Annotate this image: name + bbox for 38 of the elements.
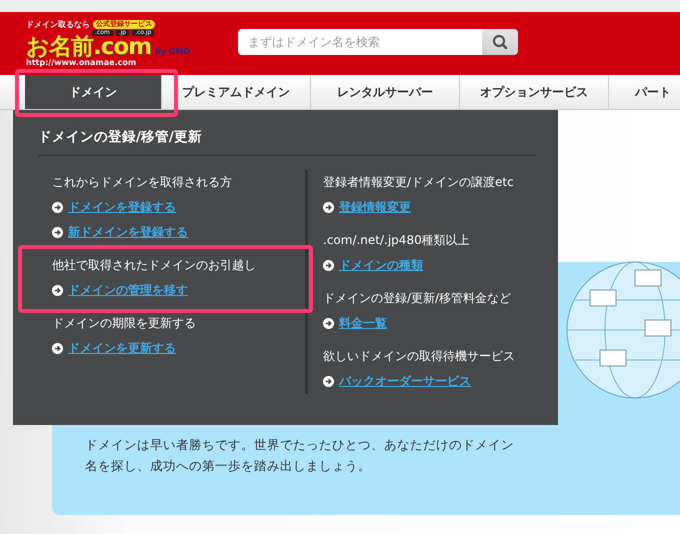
nav-tab[interactable]: ドメイン: [25, 75, 162, 109]
search-field[interactable]: まずはドメイン名を検索: [238, 28, 482, 54]
arrow-circle-icon: [323, 260, 334, 271]
nav-tab[interactable]: レンタルサーバー: [311, 75, 460, 109]
arrow-circle-icon: [323, 202, 334, 213]
arrow-circle-icon: [52, 227, 63, 238]
logo-byline: by GMO: [155, 48, 190, 56]
group-heading: これからドメインを取得される方: [52, 174, 233, 191]
arrow-circle-icon: [52, 285, 63, 296]
menu-heading: ドメインの登録/移管/更新: [38, 128, 536, 156]
menu-link[interactable]: ドメインを登録する: [68, 199, 176, 216]
logo-tagline: ドメイン取るなら: [26, 20, 90, 28]
logo-wordmark[interactable]: お名前.com: [26, 36, 152, 59]
menu-link[interactable]: ドメインの管理を移す: [68, 282, 188, 299]
group-heading: ドメインの登録/更新/移管料金など: [323, 290, 512, 307]
logo-url: http://www.onamae.com: [26, 59, 138, 67]
arrow-circle-icon: [323, 376, 334, 387]
menu-link[interactable]: バックオーダーサービス: [339, 373, 471, 390]
arrow-circle-icon: [52, 343, 63, 354]
group-heading: .com/.net/.jp480種類以上: [323, 232, 471, 249]
nav-tab[interactable]: オプションサービス: [460, 75, 609, 109]
menu-link[interactable]: ドメインの種類: [339, 257, 423, 274]
group-heading: 登録者情報変更/ドメインの譲渡etc: [323, 174, 515, 191]
group-heading: ドメインの期限を更新する: [52, 315, 197, 332]
nav-tab[interactable]: パート: [609, 75, 680, 109]
search-button[interactable]: [482, 28, 518, 54]
menu-link[interactable]: 新ドメインを登録する: [68, 224, 188, 241]
menu-link[interactable]: ドメインを更新する: [68, 340, 176, 357]
search-icon: [492, 34, 508, 50]
nav-tab[interactable]: プレミアムドメイン: [162, 75, 311, 109]
group-heading: 欲しいドメインの取得待機サービス: [323, 348, 515, 365]
group-heading: 他社で取得されたドメインのお引越し: [52, 257, 257, 274]
menu-link[interactable]: 登録情報変更: [339, 199, 411, 216]
banner-text: 名を探し、成功への第一歩を踏み出しましょう。: [85, 457, 372, 475]
arrow-circle-icon: [52, 202, 63, 213]
arrow-circle-icon: [323, 318, 334, 329]
menu-link[interactable]: 料金一覧: [339, 315, 387, 332]
banner-text: ドメインは早い者勝ちです。世界でたったひとつ、あなただけのドメイン: [85, 436, 514, 454]
